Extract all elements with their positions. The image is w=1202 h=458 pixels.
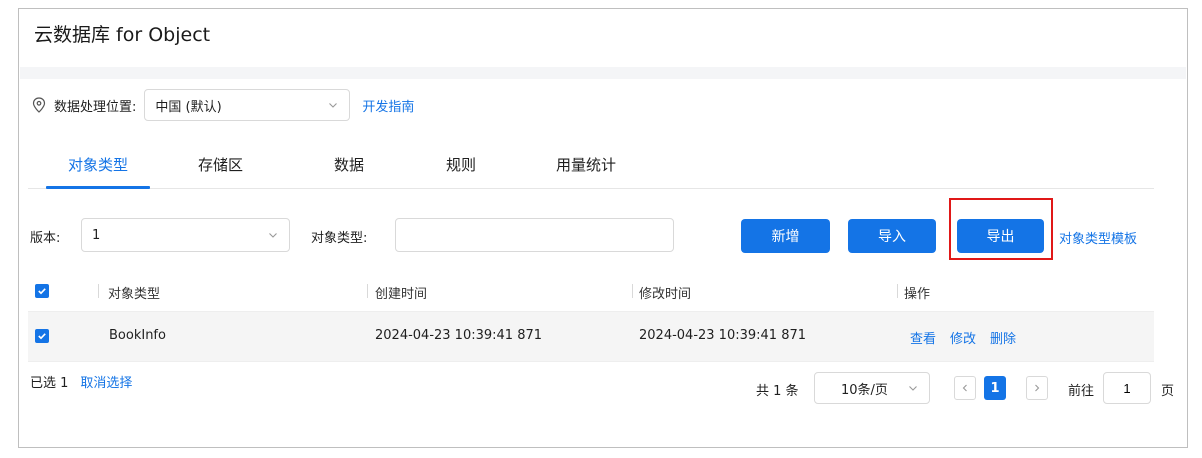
header-created-time: 创建时间 bbox=[375, 287, 428, 302]
check-icon bbox=[38, 333, 46, 340]
chevron-down-icon bbox=[327, 99, 339, 111]
tab-rules[interactable]: 规则 bbox=[446, 154, 476, 175]
pagination: 共 1 条 10条/页 1 前往 页 bbox=[0, 370, 1202, 406]
page-unit-label: 页 bbox=[1161, 384, 1175, 399]
header-separator bbox=[367, 284, 368, 298]
header-separator bbox=[632, 284, 633, 298]
row-modified-time: 2024-04-23 10:39:41 871 bbox=[639, 328, 807, 343]
version-select-value: 1 bbox=[92, 227, 101, 243]
export-button[interactable]: 导出 bbox=[957, 219, 1044, 253]
chevron-down-icon bbox=[267, 229, 279, 241]
header-object-type: 对象类型 bbox=[108, 287, 161, 302]
tab-bar: 对象类型 存储区 数据 规则 用量统计 bbox=[28, 146, 1154, 189]
tab-object-types[interactable]: 对象类型 bbox=[68, 154, 128, 175]
object-type-template-link[interactable]: 对象类型模板 bbox=[1059, 228, 1137, 247]
header-separator bbox=[897, 284, 898, 298]
tab-usage-stats[interactable]: 用量统计 bbox=[556, 154, 616, 175]
edit-link[interactable]: 修改 bbox=[950, 332, 976, 347]
header-actions: 操作 bbox=[904, 287, 931, 302]
object-type-input[interactable] bbox=[395, 218, 674, 252]
total-count: 共 1 条 bbox=[756, 384, 799, 399]
header-separator bbox=[98, 284, 99, 298]
object-type-table: 对象类型 创建时间 修改时间 操作 BookInfo 2024-04-23 10… bbox=[28, 270, 1154, 362]
dev-guide-link[interactable]: 开发指南 bbox=[362, 96, 414, 115]
page-number-current[interactable]: 1 bbox=[984, 376, 1006, 400]
row-actions: 查看 修改 删除 bbox=[910, 328, 1030, 347]
select-all-checkbox[interactable] bbox=[35, 284, 49, 298]
chevron-right-icon bbox=[1035, 384, 1040, 392]
version-select[interactable]: 1 bbox=[81, 218, 290, 252]
page-size-select[interactable]: 10条/页 bbox=[814, 372, 930, 404]
header-modified-time: 修改时间 bbox=[639, 287, 692, 302]
chevron-down-icon bbox=[907, 382, 919, 394]
location-row: 数据处理位置: 中国 (默认) 开发指南 bbox=[30, 88, 414, 122]
row-object-type: BookInfo bbox=[109, 328, 166, 343]
check-icon bbox=[38, 288, 46, 295]
row-checkbox[interactable] bbox=[35, 329, 49, 343]
version-label: 版本: bbox=[30, 231, 61, 246]
toolbar: 版本: 1 对象类型: 新增 导入 导出 对象类型模板 bbox=[28, 198, 1154, 260]
active-tab-indicator bbox=[46, 186, 150, 189]
goto-page-input[interactable] bbox=[1103, 372, 1151, 404]
delete-link[interactable]: 删除 bbox=[990, 332, 1016, 347]
tab-data[interactable]: 数据 bbox=[334, 154, 364, 175]
page-size-value: 10条/页 bbox=[841, 382, 888, 398]
import-button[interactable]: 导入 bbox=[848, 219, 936, 253]
new-button[interactable]: 新增 bbox=[741, 219, 830, 253]
object-type-label: 对象类型: bbox=[311, 231, 368, 246]
page-title: 云数据库 for Object bbox=[34, 24, 211, 46]
location-pin-icon bbox=[30, 96, 48, 114]
table-header: 对象类型 创建时间 修改时间 操作 bbox=[28, 270, 1154, 312]
location-select[interactable]: 中国 (默认) bbox=[144, 89, 351, 121]
table-row: BookInfo 2024-04-23 10:39:41 871 2024-04… bbox=[28, 312, 1154, 362]
chevron-left-icon bbox=[962, 384, 967, 392]
header-divider bbox=[20, 67, 1186, 79]
view-link[interactable]: 查看 bbox=[910, 332, 936, 347]
tab-storage-zones[interactable]: 存储区 bbox=[198, 154, 243, 175]
next-page-button[interactable] bbox=[1026, 376, 1048, 400]
location-label: 数据处理位置: bbox=[54, 99, 137, 115]
goto-label: 前往 bbox=[1068, 384, 1095, 399]
row-created-time: 2024-04-23 10:39:41 871 bbox=[375, 328, 543, 343]
location-select-value: 中国 (默认) bbox=[155, 99, 222, 115]
prev-page-button[interactable] bbox=[954, 376, 976, 400]
